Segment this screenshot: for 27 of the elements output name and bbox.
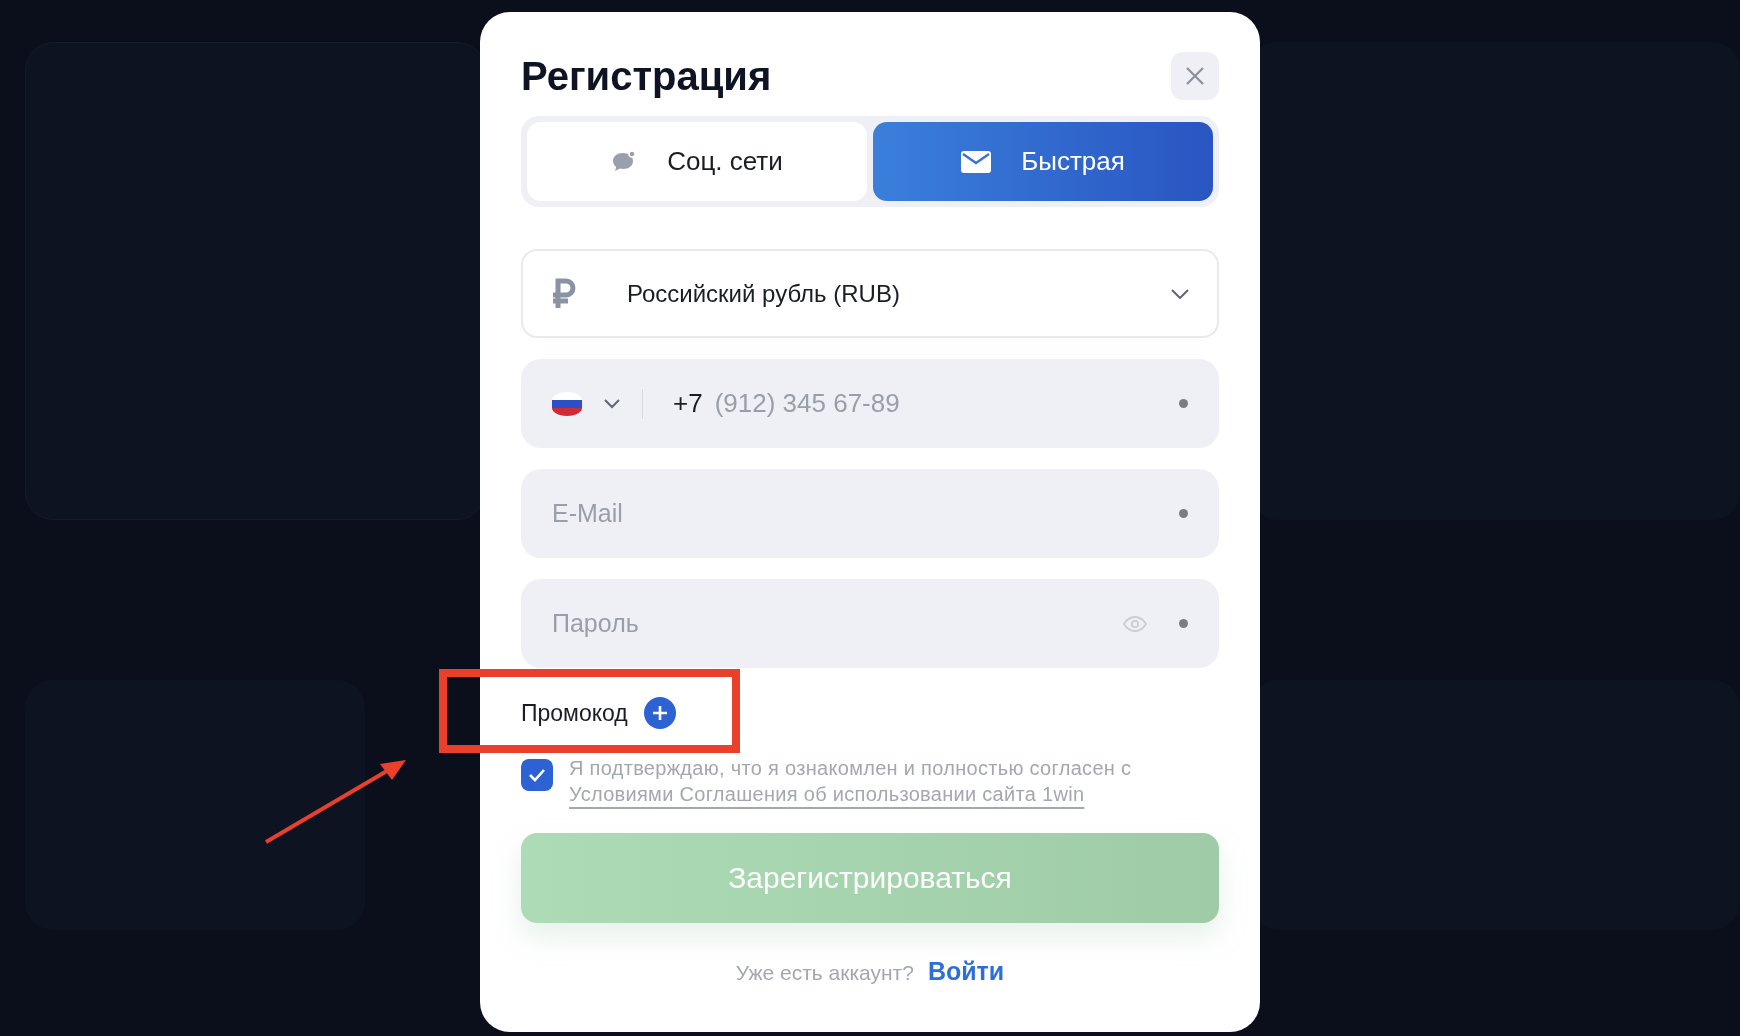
flag-icon: [552, 391, 582, 416]
email-input[interactable]: E-Mail: [552, 494, 1179, 533]
close-button[interactable]: [1171, 52, 1219, 100]
dialog-title: Регистрация: [521, 56, 772, 96]
phone-input[interactable]: (912) 345 67-89: [714, 384, 1179, 423]
currency-select[interactable]: Российский рубль (RUB): [521, 249, 1219, 338]
tab[interactable]: Соц. сети: [527, 122, 867, 201]
envelope-icon: [961, 150, 992, 173]
password-field[interactable]: Пароль: [521, 579, 1219, 668]
agreement-checkbox[interactable]: [521, 758, 553, 791]
password-input[interactable]: Пароль: [552, 604, 1123, 643]
ruble-icon: [551, 277, 577, 310]
promo-code-toggle[interactable]: Промокод: [521, 696, 676, 731]
chevron-down-icon: [604, 398, 620, 409]
eye-icon: [1123, 615, 1147, 632]
checkmark-icon: [528, 767, 546, 782]
login-link[interactable]: Войти: [927, 952, 1005, 990]
agreement-text: Я подтверждаю, что я ознакомлен и полностью согласен с Условиями Соглашения об использовании сайта 1win: [569, 755, 1133, 807]
close-icon: [1185, 66, 1205, 86]
account-prompt: Уже есть аккаунт?: [735, 959, 914, 986]
tab[interactable]: Быстрая: [873, 122, 1213, 201]
plus-icon: [643, 697, 676, 730]
chevron-down-icon: [1171, 288, 1189, 299]
email-field[interactable]: E-Mail: [521, 469, 1219, 558]
country-code: +7: [673, 387, 703, 420]
phone-field[interactable]: +7 (912) 345 67-89: [521, 359, 1219, 448]
chat-bubble-icon: [611, 149, 638, 174]
